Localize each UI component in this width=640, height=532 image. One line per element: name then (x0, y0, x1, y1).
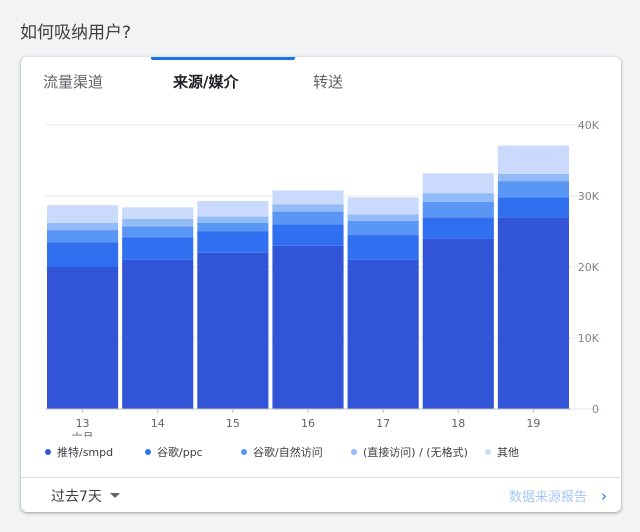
bar-segment (422, 238, 494, 409)
bar-segment (422, 217, 494, 239)
chevron-right-icon[interactable]: › (601, 487, 607, 505)
legend-label: (直接访问) / (无格式) (363, 446, 468, 459)
y-tick-label: 20K (578, 261, 600, 274)
stacked-bar-chart: 0 10K 20K 30K 40K 13六月 14 15 16 17 18 19 (21, 117, 621, 477)
bar-segment (422, 193, 494, 202)
bar-segment (497, 145, 569, 174)
bar-segment (347, 197, 419, 215)
bar-segment (197, 231, 269, 253)
tab-source-medium[interactable]: 来源/媒介 (173, 57, 238, 107)
legend-dot-icon (145, 449, 151, 455)
legend-label: 推特/smpd (57, 446, 114, 459)
x-tick-label: 14 (151, 417, 165, 430)
bar-segment (347, 259, 419, 409)
bar-segment (197, 252, 269, 409)
bar-segment (122, 226, 194, 238)
x-tick-label: 13 (76, 417, 90, 430)
bar-segment (497, 197, 569, 218)
bar-segment (47, 242, 119, 267)
bar-segment (497, 173, 569, 182)
bar-segment (122, 237, 194, 260)
legend-item: 谷歌/自然访问 (241, 444, 323, 460)
y-tick-label: 10K (578, 332, 600, 345)
x-tick-label: 18 (451, 417, 465, 430)
y-tick-label: 0 (592, 403, 599, 416)
bar-segment (422, 173, 494, 194)
bar-segment (497, 181, 569, 198)
bar-segment (422, 201, 494, 218)
y-tick-label: 40K (578, 119, 600, 132)
legend-item: 谷歌/ppc (145, 444, 203, 460)
legend-item: (直接访问) / (无格式) (351, 444, 468, 460)
legend-dot-icon (485, 449, 491, 455)
bar-segment (47, 267, 119, 409)
legend-item: 推特/smpd (45, 444, 113, 460)
legend-item: 其他 (485, 444, 519, 460)
bar-segment (122, 218, 194, 227)
bar-segment (347, 235, 419, 260)
bar-segment (272, 190, 344, 205)
page-title: 如何吸纳用户? (20, 23, 132, 43)
view-report-link[interactable]: 数据来源报告 (509, 486, 587, 505)
bar-segment (497, 217, 569, 409)
date-range-dropdown[interactable]: 过去7天 (51, 486, 120, 506)
bar-segment (47, 205, 119, 223)
bar-segment (122, 207, 194, 219)
legend-dot-icon (241, 449, 247, 455)
acquisition-card: 流量渠道 来源/媒介 转送 0 10K 20K 30K 40K 13六月 14 15 16 17 1… (21, 57, 621, 512)
legend-dot-icon (45, 449, 51, 455)
card-footer: 过去7天 数据来源报告 › (21, 477, 621, 512)
bar-segment (272, 204, 344, 212)
x-tick-label: 17 (376, 417, 390, 430)
bar-segment (197, 200, 269, 217)
x-tick-label: 16 (301, 417, 315, 430)
bar-segment (122, 259, 194, 409)
caret-down-icon (109, 492, 120, 498)
legend-dot-icon (351, 449, 357, 455)
bar-segment (272, 211, 344, 225)
tab-referrals[interactable]: 转送 (313, 57, 343, 107)
legend-label: 谷歌/自然访问 (253, 446, 323, 459)
x-sub-label: 六月 (72, 431, 94, 437)
legend-label: 其他 (497, 446, 519, 459)
bar-segment (272, 224, 344, 246)
x-tick-label: 19 (526, 417, 540, 430)
bar-segment (347, 220, 419, 236)
bar-segment (197, 216, 269, 223)
tab-traffic-channel[interactable]: 流量渠道 (43, 57, 103, 107)
bar-segment (272, 245, 344, 409)
x-tick-label: 15 (226, 417, 240, 430)
bar-segment (197, 222, 269, 232)
chart-svg: 0 10K 20K 30K 40K 13六月 14 15 16 17 18 19 (45, 119, 601, 437)
bar-segment (47, 222, 119, 231)
y-tick-label: 30K (578, 190, 600, 203)
bar-segment (47, 230, 119, 243)
bar-segment (347, 214, 419, 221)
date-range-label: 过去7天 (51, 489, 102, 505)
legend-label: 谷歌/ppc (157, 446, 203, 459)
